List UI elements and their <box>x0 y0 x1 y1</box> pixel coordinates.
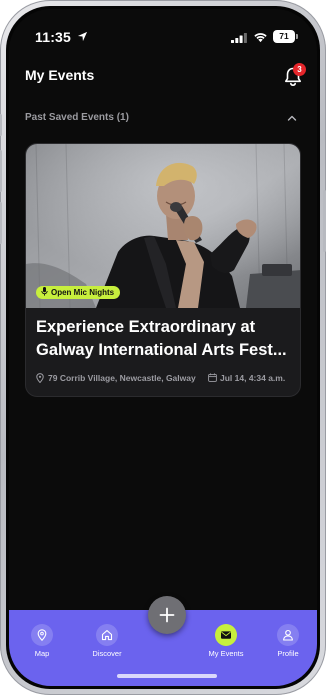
calendar-icon <box>208 373 217 382</box>
home-icon <box>101 630 113 641</box>
event-title-line-1: Experience Extraordinary at <box>36 318 256 336</box>
past-events-section-toggle[interactable]: Past Saved Events (1) <box>25 110 305 128</box>
nav-label-profile: Profile <box>277 649 299 658</box>
event-meta: 79 Corrib Village, Newcastle, Galway Jul… <box>36 372 296 386</box>
nav-my-events-circle <box>215 624 237 646</box>
home-indicator[interactable] <box>117 674 217 678</box>
status-time: 11:35 <box>35 29 72 45</box>
side-button-left-mid <box>0 150 2 192</box>
page-title: My Events <box>25 67 95 83</box>
nav-map-circle <box>31 624 53 646</box>
nav-label-discover: Discover <box>92 649 122 658</box>
map-pin-icon <box>37 629 47 641</box>
location-pin-icon <box>36 373 44 383</box>
event-location: 79 Corrib Village, Newcastle, Galway <box>48 373 196 383</box>
event-photo <box>26 144 300 308</box>
event-date: Jul 14, 4:34 a.m. <box>220 373 286 383</box>
nav-item-profile[interactable]: Profile <box>260 624 316 658</box>
phone-frame: 11:35 71 My Events 3 Past Saved Events (… <box>0 0 326 695</box>
side-button-left-top <box>0 114 2 136</box>
event-image <box>26 144 300 308</box>
nav-profile-circle <box>277 624 299 646</box>
app-view: 11:35 71 My Events 3 Past Saved Events (… <box>9 9 317 686</box>
nav-item-map[interactable]: Map <box>14 624 70 658</box>
battery-indicator: 71 <box>273 30 295 43</box>
category-label: Open Mic Nights <box>51 288 115 297</box>
nav-item-discover[interactable]: Discover <box>79 624 135 658</box>
screen: 11:35 71 My Events 3 Past Saved Events (… <box>6 6 320 689</box>
notification-badge: 3 <box>293 63 306 76</box>
section-label: Past Saved Events (1) <box>25 112 129 123</box>
event-title-line-2: Galway International Arts Fest... <box>36 341 287 359</box>
envelope-icon <box>221 631 231 639</box>
add-event-button[interactable] <box>148 596 186 634</box>
side-button-left-bot <box>0 202 2 244</box>
plus-icon <box>159 607 175 623</box>
nav-item-my-events[interactable]: My Events <box>198 624 254 658</box>
nav-label-my-events: My Events <box>208 649 244 658</box>
category-tag: Open Mic Nights <box>36 286 121 299</box>
event-title: Experience Extraordinary at Galway Inter… <box>36 316 294 362</box>
location-arrow-icon <box>77 31 88 42</box>
microphone-icon <box>41 287 48 296</box>
event-card[interactable]: Open Mic Nights Experience Extraordinary… <box>25 143 301 397</box>
chevron-up-icon <box>287 115 297 121</box>
person-icon <box>283 629 293 641</box>
signal-icon <box>231 33 247 43</box>
wifi-icon <box>254 33 267 43</box>
battery-cap <box>296 34 298 39</box>
nav-label-map: Map <box>34 649 50 658</box>
nav-discover-circle <box>96 624 118 646</box>
status-bar: 11:35 71 <box>9 9 317 55</box>
